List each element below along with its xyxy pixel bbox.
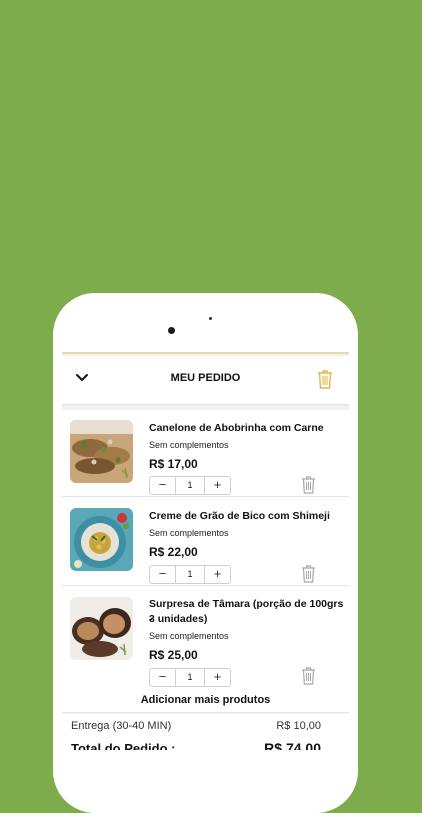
quantity-stepper: − 1 + <box>149 668 231 687</box>
product-name-continued: 3 unidades) <box>149 613 208 625</box>
product-price: R$ 25,00 <box>149 648 198 662</box>
product-complements: Sem complementos <box>149 528 229 538</box>
quantity-stepper: − 1 + <box>149 565 231 584</box>
product-complements: Sem complementos <box>149 631 229 641</box>
order-items-list: Canelone de Abobrinha com Carne Sem comp… <box>62 410 349 689</box>
list-item: Canelone de Abobrinha com Carne Sem comp… <box>62 410 349 497</box>
product-name: Creme de Grão de Bico com Shimeji <box>149 510 330 522</box>
increase-button[interactable]: + <box>204 477 230 494</box>
quantity-value[interactable]: 1 <box>176 477 204 494</box>
decrease-button[interactable]: − <box>150 669 176 686</box>
product-image <box>70 597 133 660</box>
delivery-label: Entrega (30-40 MIN) <box>71 720 172 732</box>
total-label: Total do Pedido : <box>71 741 176 750</box>
product-name: Canelone de Abobrinha com Carne <box>149 422 324 434</box>
trash-icon[interactable] <box>301 564 316 583</box>
list-item: Surpresa de Tâmara (porção de 100grs - 3… <box>62 586 349 689</box>
product-price: R$ 22,00 <box>149 545 198 559</box>
product-complements: Sem complementos <box>149 440 229 450</box>
product-price: R$ 17,00 <box>149 457 198 471</box>
decrease-button[interactable]: − <box>150 477 176 494</box>
top-divider <box>62 352 349 354</box>
order-summary: Entrega (30-40 MIN) R$ 10,00 Total do Pe… <box>62 714 349 750</box>
page-title: MEU PEDIDO <box>170 372 241 384</box>
add-more-products-button[interactable]: Adicionar mais produtos <box>62 688 349 713</box>
increase-button[interactable]: + <box>204 669 230 686</box>
decrease-button[interactable]: − <box>150 566 176 583</box>
trash-icon[interactable] <box>301 666 316 685</box>
quantity-stepper: − 1 + <box>149 476 231 495</box>
trash-icon[interactable] <box>301 475 316 494</box>
list-item: Creme de Grão de Bico com Shimeji Sem co… <box>62 497 349 586</box>
total-value: R$ 74,00 <box>264 740 321 750</box>
order-header: MEU PEDIDO <box>62 356 349 404</box>
speaker-icon <box>209 317 212 320</box>
product-image <box>70 420 133 483</box>
trash-icon[interactable] <box>317 369 333 389</box>
product-image <box>70 508 133 571</box>
delivery-value: R$ 10,00 <box>276 720 321 732</box>
quantity-value[interactable]: 1 <box>176 566 204 583</box>
quantity-value[interactable]: 1 <box>176 669 204 686</box>
camera-icon <box>168 327 175 334</box>
increase-button[interactable]: + <box>204 566 230 583</box>
order-screen: MEU PEDIDO Canelone de Abobrinha com Car… <box>62 352 349 750</box>
